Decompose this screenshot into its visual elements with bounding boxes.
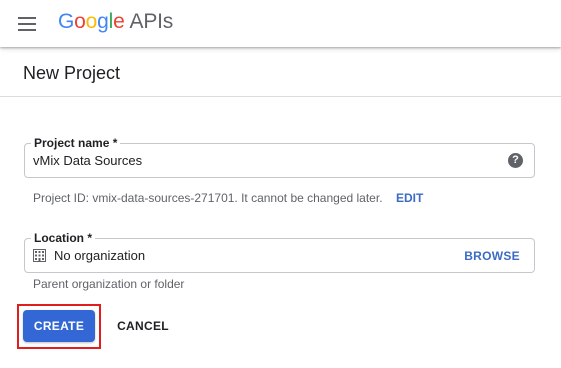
help-circle-icon[interactable]: ? <box>508 153 523 168</box>
project-name-label: Project name * <box>31 135 121 151</box>
google-apis-logo[interactable]: Google APIs <box>58 8 173 36</box>
project-name-field[interactable]: Project name * vMix Data Sources ? <box>24 135 535 178</box>
location-value: No organization <box>54 248 146 263</box>
location-label: Location * <box>31 230 96 246</box>
logo-suffix: APIs <box>129 10 174 33</box>
organization-building-icon <box>33 249 46 262</box>
page-header: New Project <box>0 47 561 97</box>
location-hint: Parent organization or folder <box>33 277 185 291</box>
hamburger-menu-icon[interactable] <box>15 12 39 36</box>
location-field[interactable]: Location * No organization BROWSE <box>24 230 535 273</box>
project-id-hint: Project ID: vmix-data-sources-271701. It… <box>33 191 383 205</box>
edit-project-id-link[interactable]: EDIT <box>396 190 423 206</box>
cancel-button[interactable]: CANCEL <box>109 310 177 342</box>
page-title: New Project <box>23 63 121 83</box>
browse-button[interactable]: BROWSE <box>464 248 520 264</box>
top-app-bar: Google APIs <box>0 0 561 47</box>
create-button[interactable]: CREATE <box>23 310 95 342</box>
project-name-value: vMix Data Sources <box>33 153 143 168</box>
